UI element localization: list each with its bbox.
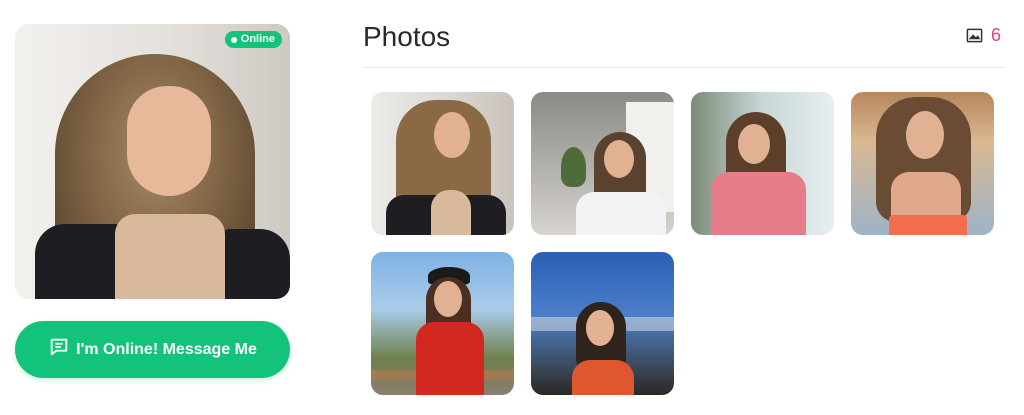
photo-thumbnail-2[interactable]	[531, 92, 674, 235]
photo-face	[127, 86, 211, 196]
profile-photo[interactable]: Online	[15, 24, 290, 299]
image-icon	[966, 27, 983, 44]
photo-thumbnail-5[interactable]	[371, 252, 514, 395]
online-badge-label: Online	[240, 33, 275, 45]
message-me-label: I'm Online! Message Me	[76, 340, 257, 358]
online-status-badge: Online	[224, 31, 282, 48]
chat-icon	[48, 336, 70, 363]
photo-thumbnail-6[interactable]	[531, 252, 674, 395]
photo-jacket-right	[220, 229, 290, 299]
photo-top	[115, 214, 225, 299]
photos-count: 6	[990, 25, 1001, 45]
photo-jacket-left	[35, 224, 125, 299]
photo-thumbnail-3[interactable]	[691, 92, 834, 235]
photos-title: Photos	[363, 21, 451, 52]
photo-thumbnail-1[interactable]	[371, 92, 514, 235]
photos-header: Photos 6	[363, 18, 1005, 68]
photos-count-group: 6	[966, 25, 1001, 46]
photo-thumbnail-4[interactable]	[851, 92, 994, 235]
online-dot-icon	[230, 36, 237, 43]
message-me-button[interactable]: I'm Online! Message Me	[15, 321, 290, 378]
